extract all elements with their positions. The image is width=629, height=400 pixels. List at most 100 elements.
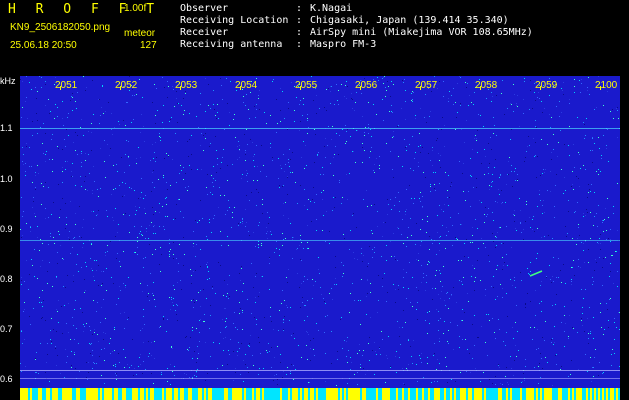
noise-pixel [29, 82, 30, 83]
noise-pixel [404, 384, 405, 385]
noise-pixel [255, 276, 256, 277]
noise-pixel [432, 165, 433, 166]
noise-pixel [411, 100, 412, 101]
noise-pixel [590, 191, 591, 192]
noise-pixel [551, 117, 552, 118]
bottom-band [606, 388, 608, 400]
noise-pixel [91, 244, 92, 245]
noise-pixel [422, 219, 423, 220]
bottom-band [362, 388, 364, 400]
noise-pixel [33, 197, 34, 198]
noise-pixel [528, 273, 529, 274]
noise-pixel [176, 314, 177, 315]
noise-pixel [258, 247, 259, 248]
noise-pixel [123, 349, 124, 350]
noise-pixel [40, 266, 41, 267]
noise-pixel [97, 214, 98, 215]
bottom-band [462, 388, 464, 400]
noise-pixel [438, 129, 439, 130]
bottom-band [336, 388, 338, 400]
noise-pixel [439, 363, 440, 364]
noise-pixel [441, 209, 442, 210]
noise-pixel [489, 379, 490, 380]
noise-pixel [411, 93, 412, 94]
noise-pixel [492, 212, 493, 213]
noise-pixel [432, 299, 433, 300]
noise-pixel [97, 189, 98, 190]
noise-pixel [229, 275, 230, 276]
noise-pixel [316, 95, 317, 96]
noise-pixel [110, 148, 111, 149]
noise-pixel [143, 342, 144, 343]
noise-pixel [139, 79, 140, 80]
noise-pixel [346, 98, 347, 99]
bottom-band [390, 388, 392, 400]
noise-pixel [371, 136, 372, 137]
noise-pixel [383, 83, 384, 84]
bottom-band [418, 388, 420, 400]
noise-pixel [345, 125, 346, 126]
noise-pixel [313, 285, 314, 286]
noise-pixel [45, 84, 46, 85]
noise-pixel [420, 145, 421, 146]
noise-pixel [324, 332, 325, 333]
noise-pixel [346, 341, 347, 342]
noise-pixel [123, 120, 124, 121]
noise-pixel [21, 371, 22, 372]
mode-label: meteor [124, 28, 156, 39]
noise-pixel [66, 362, 67, 363]
bottom-band [460, 388, 462, 400]
bottom-band [478, 388, 480, 400]
noise-pixel [571, 300, 572, 301]
noise-pixel [102, 86, 103, 87]
noise-pixel [173, 305, 174, 306]
noise-pixel [75, 101, 76, 102]
noise-pixel [248, 109, 249, 110]
noise-pixel [551, 339, 552, 340]
noise-pixel [374, 204, 375, 205]
noise-pixel [196, 371, 197, 372]
noise-pixel [436, 270, 437, 271]
noise-pixel [444, 300, 445, 301]
bottom-band [286, 388, 288, 400]
bottom-band [242, 388, 244, 400]
bottom-band [268, 388, 270, 400]
noise-pixel [239, 302, 240, 303]
noise-pixel [581, 242, 582, 243]
noise-pixel [284, 118, 285, 119]
noise-pixel [226, 318, 227, 319]
noise-pixel [34, 249, 35, 250]
noise-pixel [364, 135, 365, 136]
noise-pixel [559, 116, 560, 117]
noise-pixel [55, 346, 56, 347]
noise-pixel [352, 108, 353, 109]
noise-pixel [45, 154, 46, 155]
noise-pixel [402, 219, 403, 220]
bottom-band [252, 388, 254, 400]
noise-pixel [35, 216, 36, 217]
noise-pixel [141, 192, 142, 193]
noise-pixel [292, 258, 293, 259]
noise-pixel [37, 91, 38, 92]
noise-pixel [257, 166, 258, 167]
noise-pixel [351, 362, 352, 363]
noise-pixel [438, 294, 439, 295]
noise-pixel [264, 112, 265, 113]
noise-pixel [22, 161, 23, 162]
noise-pixel [366, 190, 367, 191]
noise-pixel [66, 323, 67, 324]
noise-pixel [101, 107, 102, 108]
noise-pixel [201, 133, 202, 134]
bottom-band [412, 388, 414, 400]
noise-pixel [372, 249, 373, 250]
noise-pixel [370, 317, 371, 318]
noise-pixel [502, 257, 503, 258]
noise-pixel [436, 140, 437, 141]
noise-pixel [239, 150, 240, 151]
noise-pixel [136, 210, 137, 211]
noise-pixel [506, 293, 507, 294]
noise-pixel [53, 237, 54, 238]
noise-pixel [541, 101, 542, 102]
noise-pixel [431, 382, 432, 383]
noise-pixel [178, 199, 179, 200]
